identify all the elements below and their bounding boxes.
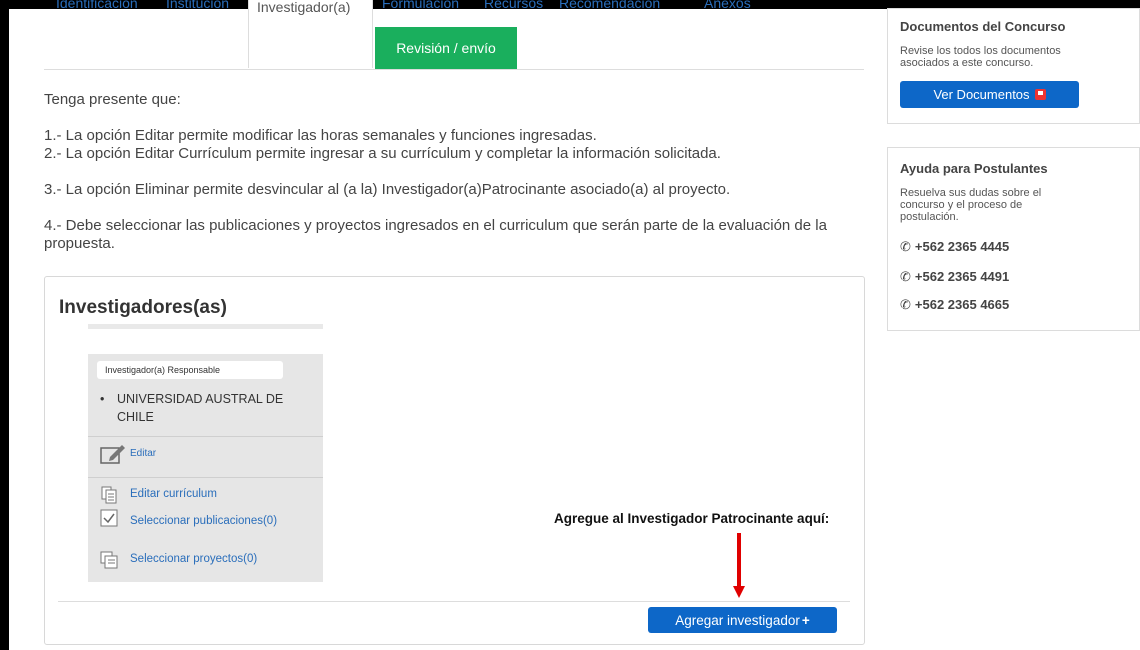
help-box: Ayuda para Postulantes Resuelva sus duda… xyxy=(887,147,1140,331)
select-publications-link[interactable]: Seleccionar publicaciones(0) xyxy=(100,511,310,531)
add-investigator-button[interactable]: Agregar investigador + xyxy=(648,607,837,633)
document-icon[interactable] xyxy=(100,486,118,504)
select-publications-label: Seleccionar publicaciones(0) xyxy=(130,515,278,527)
note-line-3: 3.- La opción Eliminar permite desvincul… xyxy=(44,181,731,198)
panel-footer-divider xyxy=(58,601,850,602)
phone-icon: ✆ xyxy=(900,239,911,254)
phone-number: +562 2365 4445 xyxy=(914,239,1010,254)
note-line-2: 2.- La opción Editar Currículum permite … xyxy=(44,145,721,162)
phone-number: +562 2365 4491 xyxy=(914,269,1010,284)
note-line-1: 1.- La opción Editar permite modificar l… xyxy=(44,127,597,144)
role-badge: Investigador(a) Responsable xyxy=(97,361,283,379)
docs-text: Revise los todos los documentos asociado… xyxy=(900,45,1061,69)
phone-icon: ✆ xyxy=(900,297,911,312)
help-text: Resuelva sus dudas sobre el concurso y e… xyxy=(900,187,1042,223)
tab-anexos[interactable]: Anexos xyxy=(704,0,751,10)
notes-intro: Tenga presente que: xyxy=(44,91,181,108)
select-projects-link[interactable]: Seleccionar proyectos(0) xyxy=(130,553,257,565)
phone-item[interactable]: ✆ +562 2365 4665 xyxy=(900,297,1009,313)
help-title: Ayuda para Postulantes xyxy=(900,161,1048,176)
annotation-callout: Agregue al Investigador Patrocinante aqu… xyxy=(554,511,830,526)
tab-investigador[interactable]: Investigador(a) xyxy=(248,0,373,68)
note-line-4: 4.- Debe seleccionar las publicaciones y… xyxy=(44,217,827,252)
view-documents-label: Ver Documentos xyxy=(933,87,1030,102)
phone-icon: ✆ xyxy=(900,269,911,284)
bullet-icon: • xyxy=(100,392,105,406)
view-documents-button[interactable]: Ver Documentos xyxy=(900,81,1079,108)
add-investigator-label: Agregar investigador xyxy=(675,612,800,628)
annotation-arrow-head xyxy=(733,586,745,598)
phone-item[interactable]: ✆ +562 2365 4491 xyxy=(900,269,1009,285)
plus-icon: + xyxy=(801,612,810,628)
investigators-title: Investigadores(as) xyxy=(59,297,227,318)
annotation-arrow-shaft xyxy=(737,533,741,588)
investigator-card: Investigador(a) Responsable • UNIVERSIDA… xyxy=(88,354,323,582)
card-divider xyxy=(88,436,323,437)
tab-revision-envio[interactable]: Revisión / envío xyxy=(375,27,517,69)
edit-link[interactable]: Editar xyxy=(130,448,156,459)
edit-icon[interactable] xyxy=(100,443,126,465)
phone-number: +562 2365 4665 xyxy=(914,297,1010,312)
docs-title: Documentos del Concurso xyxy=(900,19,1066,34)
tab-investigador-label: Investigador(a) xyxy=(257,0,351,15)
phone-item[interactable]: ✆ +562 2365 4445 xyxy=(900,239,1009,255)
edit-cv-link[interactable]: Editar currículum xyxy=(130,488,217,500)
projects-icon[interactable] xyxy=(100,551,118,569)
pdf-icon xyxy=(1034,89,1046,100)
title-divider xyxy=(88,324,323,329)
tab-recursos[interactable]: Recursos xyxy=(484,0,543,10)
screenshot-frame-left xyxy=(0,0,9,650)
card-divider xyxy=(88,477,323,478)
institution-name: UNIVERSIDAD AUSTRAL DE CHILE xyxy=(117,392,284,424)
docs-box: Documentos del Concurso Revise los todos… xyxy=(887,8,1140,124)
tab-identificacion[interactable]: Identificación xyxy=(56,0,138,10)
tab-bar: Identificación Institución Investigador(… xyxy=(44,0,864,70)
tab-institucion[interactable]: Institución xyxy=(166,0,229,10)
tab-formulacion[interactable]: Formulación xyxy=(382,0,459,10)
tab-recomendacion[interactable]: Recomendación xyxy=(559,0,660,10)
